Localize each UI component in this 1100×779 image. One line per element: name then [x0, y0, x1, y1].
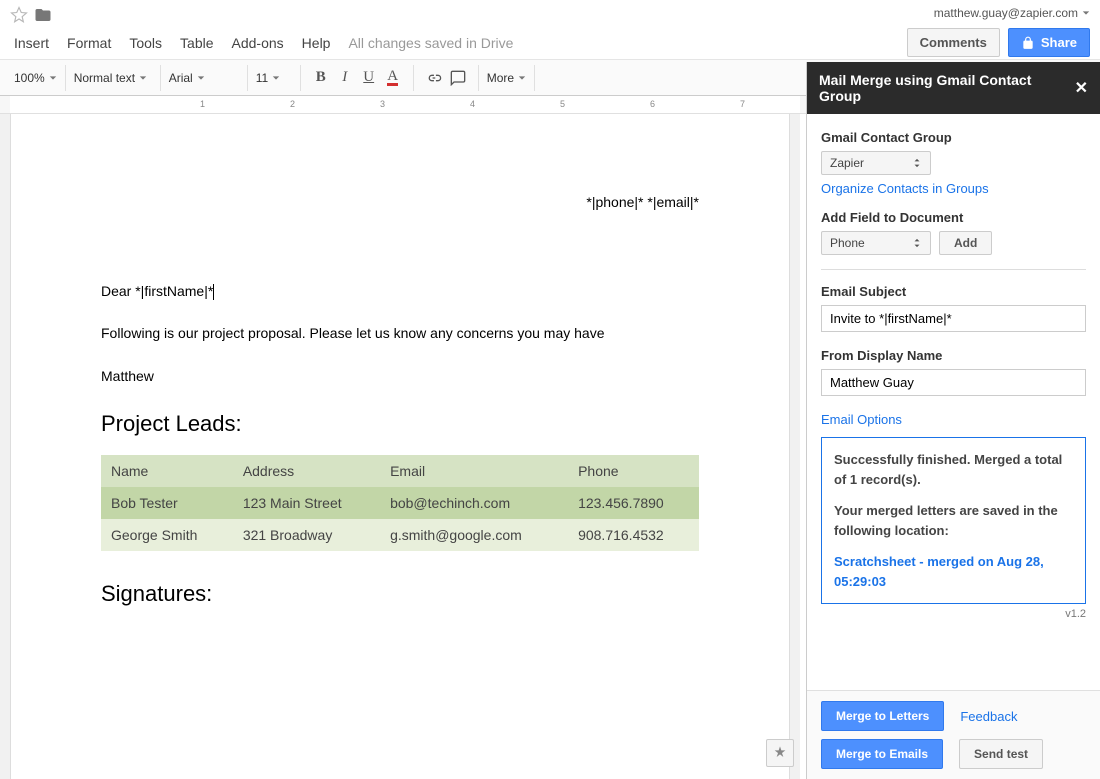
email-options-link[interactable]: Email Options — [821, 412, 1086, 427]
ruler-4: 4 — [470, 99, 475, 109]
subject-input[interactable] — [821, 305, 1086, 332]
sidebar: Mail Merge using Gmail Contact Group ✕ G… — [806, 62, 1100, 779]
addfield-label: Add Field to Document — [821, 210, 1086, 225]
group-label: Gmail Contact Group — [821, 130, 1086, 145]
organize-link[interactable]: Organize Contacts in Groups — [821, 181, 1086, 196]
more-button[interactable]: More — [487, 71, 526, 85]
explore-button[interactable] — [766, 739, 794, 767]
ruler-7: 7 — [740, 99, 745, 109]
menu-help[interactable]: Help — [302, 35, 331, 51]
comment-button[interactable] — [446, 66, 470, 90]
status-box: Successfully finished. Merged a total of… — [821, 437, 1086, 604]
cell: g.smith@google.com — [380, 519, 568, 551]
link-button[interactable] — [422, 66, 446, 90]
doc-signoff: Matthew — [101, 365, 699, 387]
doc-heading-signatures: Signatures: — [101, 581, 699, 607]
user-email[interactable]: matthew.guay@zapier.com — [934, 6, 1090, 20]
col-phone: Phone — [568, 455, 699, 487]
cell: 908.716.4532 — [568, 519, 699, 551]
style-select[interactable]: Normal text — [74, 71, 152, 85]
field-select[interactable]: Phone — [821, 231, 931, 255]
ruler-5: 5 — [560, 99, 565, 109]
merge-emails-button[interactable]: Merge to Emails — [821, 739, 943, 769]
col-name: Name — [101, 455, 233, 487]
sidebar-title: Mail Merge using Gmail Contact Group — [819, 72, 1075, 104]
table-row: Bob Tester 123 Main Street bob@techinch.… — [101, 487, 699, 519]
subject-label: Email Subject — [821, 284, 1086, 299]
bold-button[interactable]: B — [309, 66, 333, 90]
group-select[interactable]: Zapier — [821, 151, 931, 175]
user-email-text: matthew.guay@zapier.com — [934, 6, 1078, 20]
cell: 321 Broadway — [233, 519, 380, 551]
merge-letters-button[interactable]: Merge to Letters — [821, 701, 944, 731]
comments-button[interactable]: Comments — [907, 28, 1000, 57]
fontsize-select[interactable]: 11 — [256, 71, 292, 85]
cell: 123 Main Street — [233, 487, 380, 519]
updown-icon — [912, 238, 922, 248]
cell: George Smith — [101, 519, 233, 551]
menu-format[interactable]: Format — [67, 35, 111, 51]
divider — [821, 269, 1086, 270]
close-icon[interactable]: ✕ — [1075, 78, 1088, 98]
table-header-row: Name Address Email Phone — [101, 455, 699, 487]
share-label: Share — [1041, 35, 1077, 50]
italic-button[interactable]: I — [333, 66, 357, 90]
ruler-2: 2 — [290, 99, 295, 109]
doc-table: Name Address Email Phone Bob Tester 123 … — [101, 455, 699, 551]
status-link[interactable]: Scratchsheet - merged on Aug 28, 05:29:0… — [834, 552, 1073, 591]
version-text: v1.2 — [821, 608, 1086, 620]
menu-bar: Insert Format Tools Table Add-ons Help A… — [10, 35, 513, 51]
cell: 123.456.7890 — [568, 487, 699, 519]
folder-icon[interactable] — [34, 6, 52, 27]
text-cursor — [213, 284, 214, 300]
font-select[interactable]: Arial — [169, 71, 239, 85]
chevron-down-icon — [1082, 9, 1090, 17]
doc-body: Following is our project proposal. Pleas… — [101, 322, 699, 344]
status-line1: Successfully finished. Merged a total of… — [834, 450, 1073, 489]
zoom-select[interactable]: 100% — [14, 71, 57, 85]
lock-icon — [1021, 36, 1035, 50]
col-address: Address — [233, 455, 380, 487]
menu-tools[interactable]: Tools — [129, 35, 162, 51]
top-bar: Insert Format Tools Table Add-ons Help A… — [0, 0, 1100, 60]
text-color-button[interactable]: A — [381, 66, 405, 90]
menu-insert[interactable]: Insert — [14, 35, 49, 51]
doc-greeting: Dear *|firstName|* — [101, 280, 699, 302]
from-label: From Display Name — [821, 348, 1086, 363]
ruler-3: 3 — [380, 99, 385, 109]
ruler-6: 6 — [650, 99, 655, 109]
page[interactable]: *|phone|* *|email|* Dear *|firstName|* F… — [10, 114, 790, 779]
doc-header-text: *|phone|* *|email|* — [101, 194, 699, 210]
underline-button[interactable]: U — [357, 66, 381, 90]
cell: Bob Tester — [101, 487, 233, 519]
col-email: Email — [380, 455, 568, 487]
from-input[interactable] — [821, 369, 1086, 396]
add-button[interactable]: Add — [939, 231, 992, 255]
share-button[interactable]: Share — [1008, 28, 1090, 57]
menu-table[interactable]: Table — [180, 35, 213, 51]
feedback-link[interactable]: Feedback — [960, 709, 1017, 724]
save-status: All changes saved in Drive — [348, 35, 513, 51]
table-row: George Smith 321 Broadway g.smith@google… — [101, 519, 699, 551]
ruler-1: 1 — [200, 99, 205, 109]
star-icon[interactable] — [10, 6, 28, 27]
cell: bob@techinch.com — [380, 487, 568, 519]
sidebar-header: Mail Merge using Gmail Contact Group ✕ — [807, 62, 1100, 114]
doc-heading-leads: Project Leads: — [101, 411, 699, 437]
updown-icon — [912, 158, 922, 168]
sidebar-footer: Merge to Letters Feedback Merge to Email… — [807, 690, 1100, 779]
document-area[interactable]: *|phone|* *|email|* Dear *|firstName|* F… — [0, 114, 800, 779]
menu-addons[interactable]: Add-ons — [232, 35, 284, 51]
status-line2: Your merged letters are saved in the fol… — [834, 501, 1073, 540]
send-test-button[interactable]: Send test — [959, 739, 1043, 769]
